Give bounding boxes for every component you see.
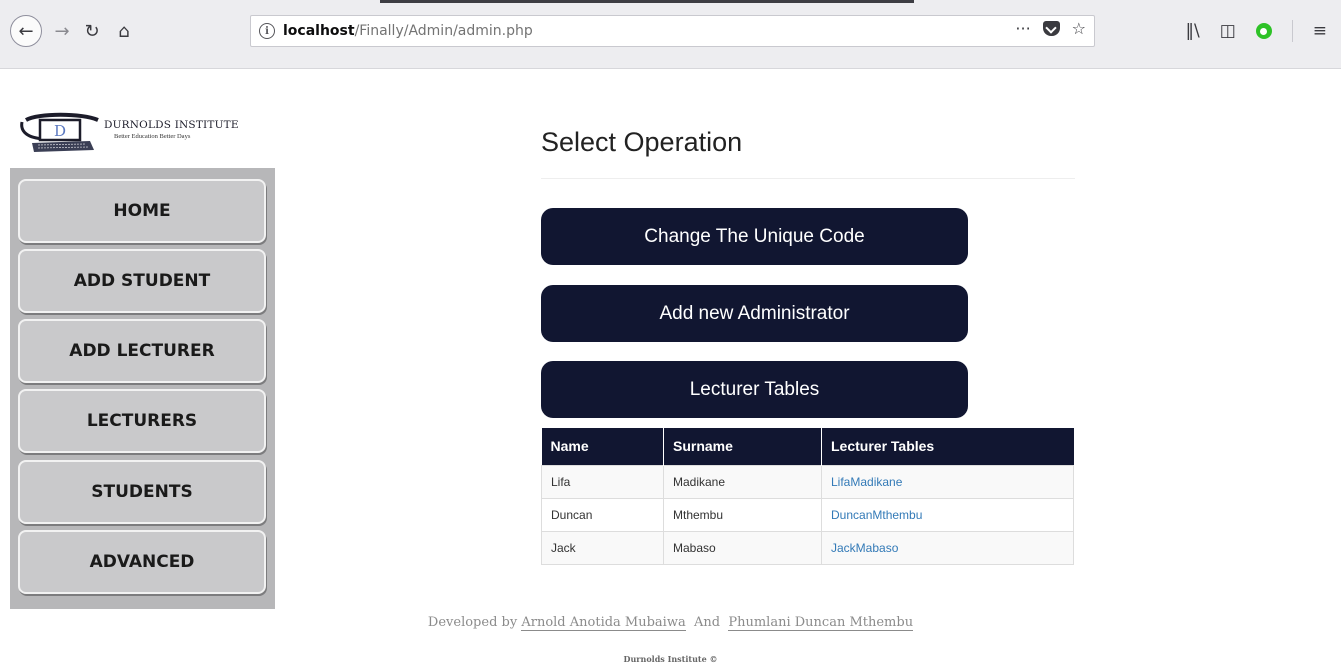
cell-link: DuncanMthembu: [821, 497, 1074, 532]
footer-copyright: Durnolds Institute ©: [623, 654, 718, 664]
page-actions-icon[interactable]: ···: [1015, 19, 1030, 38]
table-row: Jack Mabaso JackMabaso: [541, 530, 1074, 565]
add-administrator-button[interactable]: Add new Administrator: [541, 285, 968, 342]
table-row: Duncan Mthembu DuncanMthembu: [541, 497, 1074, 532]
column-header-lecturer-tables: Lecturer Tables: [821, 428, 1074, 465]
developer-link-2[interactable]: Phumlani Duncan Mthembu: [728, 615, 914, 631]
lecturer-table-link[interactable]: JackMabaso: [831, 541, 898, 555]
menu-icon[interactable]: ≡: [1313, 21, 1327, 41]
sidebar-item-advanced[interactable]: ADVANCED: [18, 530, 266, 594]
reload-icon[interactable]: ↻: [80, 17, 104, 45]
url-actions: ··· ☆: [1015, 19, 1086, 38]
sidebar-item-add-student[interactable]: ADD STUDENT: [18, 249, 266, 313]
page-title: Select Operation: [541, 127, 743, 157]
address-bar[interactable]: i localhost/Finally/Admin/admin.php ··· …: [250, 15, 1095, 47]
sidebar-nav: HOME ADD STUDENT ADD LECTURER LECTURERS …: [10, 168, 275, 609]
pocket-icon[interactable]: [1042, 21, 1060, 36]
cell-name: Duncan: [541, 497, 664, 532]
logo-letter: D: [54, 122, 66, 140]
forward-arrow-icon[interactable]: →: [50, 17, 74, 45]
extension-icon[interactable]: [1255, 23, 1272, 39]
lecturer-table-link[interactable]: DuncanMthembu: [831, 508, 922, 522]
url-text[interactable]: localhost/Finally/Admin/admin.php: [283, 23, 533, 39]
cell-surname: Mabaso: [663, 530, 822, 565]
url-path: /Finally/Admin/admin.php: [354, 23, 533, 39]
cell-surname: Madikane: [663, 464, 822, 499]
column-header-name: Name: [541, 428, 664, 465]
table-row: Lifa Madikane LifaMadikane: [541, 464, 1074, 499]
back-arrow-icon[interactable]: ←: [10, 15, 42, 47]
table-header-row: Name Surname Lecturer Tables: [541, 428, 1074, 465]
change-unique-code-button[interactable]: Change The Unique Code: [541, 208, 968, 265]
lecturer-table-link[interactable]: LifaMadikane: [831, 475, 902, 489]
monitor-logo-icon: D: [20, 112, 99, 152]
sidebar-item-students[interactable]: STUDENTS: [18, 460, 266, 524]
column-header-surname: Surname: [663, 428, 822, 465]
footer-joiner: And: [694, 615, 721, 630]
logo-tagline: Better Education Better Days: [114, 133, 191, 140]
toolbar-separator: [1291, 20, 1293, 42]
home-icon[interactable]: ⌂: [112, 17, 136, 45]
bookmark-star-icon[interactable]: ☆: [1072, 19, 1086, 38]
cell-link: JackMabaso: [821, 530, 1074, 565]
toolbar-right: ‖\ ◫ ≡: [1185, 17, 1341, 45]
sidebar-toggle-icon[interactable]: ◫: [1220, 21, 1236, 41]
logo-title: DURNOLDS INSTITUTE: [104, 119, 239, 131]
title-divider: [541, 178, 1075, 179]
sidebar-item-add-lecturer[interactable]: ADD LECTURER: [18, 319, 266, 383]
footer-credits: Developed by Arnold Anotida Mubaiwa And …: [0, 615, 1341, 631]
url-host: localhost: [283, 23, 355, 39]
cell-name: Lifa: [541, 464, 664, 499]
lecturer-tables-button[interactable]: Lecturer Tables: [541, 361, 968, 418]
cell-surname: Mthembu: [663, 497, 822, 532]
browser-toolbar: ← → ↻ ⌂ i localhost/Finally/Admin/admin.…: [0, 0, 1341, 69]
sidebar-item-home[interactable]: HOME: [18, 179, 266, 243]
cell-link: LifaMadikane: [821, 464, 1074, 499]
site-info-icon[interactable]: i: [259, 23, 275, 39]
cell-name: Jack: [541, 530, 664, 565]
lecturer-table: Name Surname Lecturer Tables Lifa Madika…: [541, 428, 1074, 565]
sidebar-item-lecturers[interactable]: LECTURERS: [18, 389, 266, 453]
developer-link-1[interactable]: Arnold Anotida Mubaiwa: [521, 615, 686, 631]
footer-prefix: Developed by: [427, 615, 518, 630]
institute-logo[interactable]: D DURNOLDS INSTITUTE Better Education Be…: [20, 110, 260, 158]
active-tab-indicator: [380, 0, 914, 3]
library-icon[interactable]: ‖\: [1185, 21, 1199, 41]
